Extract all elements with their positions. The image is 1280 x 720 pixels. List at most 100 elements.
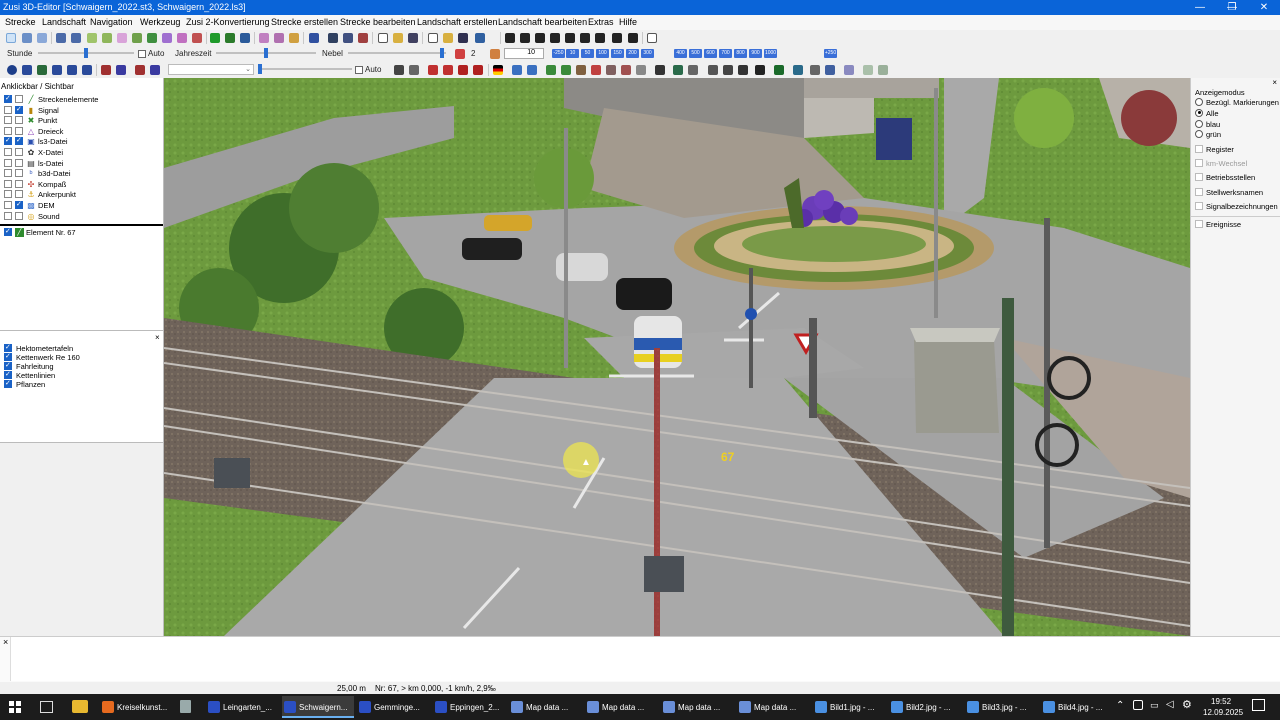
signal-edit-b-icon[interactable] xyxy=(116,65,126,75)
play-icon[interactable] xyxy=(210,33,220,43)
taskbar-app[interactable]: Map data ... xyxy=(509,696,581,718)
visible-checkbox[interactable] xyxy=(15,200,23,209)
menu-zusi2-konvertierung[interactable]: Zusi 2-Konvertierung xyxy=(186,17,270,27)
curve-c-icon[interactable] xyxy=(458,65,468,75)
tree-row-dreieck[interactable]: △ Dreieck xyxy=(0,126,160,136)
clickable-checkbox[interactable] xyxy=(4,211,12,220)
tree-row-dem[interactable]: ▩DEM xyxy=(0,200,160,210)
track-edit-c-icon[interactable] xyxy=(52,65,62,75)
menu-strecke-bearbeiten[interactable]: Strecke bearbeiten xyxy=(340,17,416,27)
windows-start-icon[interactable] xyxy=(9,701,21,713)
terrain-b-icon[interactable] xyxy=(561,65,571,75)
misc-b-icon[interactable] xyxy=(878,65,888,75)
view-b-icon[interactable] xyxy=(343,33,353,43)
color-icon[interactable] xyxy=(455,49,465,59)
track-tool3-icon[interactable] xyxy=(162,33,172,43)
visible-checkbox[interactable] xyxy=(15,105,23,114)
chevron-up-icon[interactable]: ⌃ xyxy=(1116,700,1124,711)
track-tool2-icon[interactable] xyxy=(147,33,157,43)
vehicle-f-icon[interactable] xyxy=(580,33,590,43)
layer-icon[interactable] xyxy=(87,33,97,43)
visible-checkbox[interactable] xyxy=(15,126,23,135)
tree-row-punkt[interactable]: ✖ Punkt xyxy=(0,115,160,125)
taskbar-app[interactable]: Map data ... xyxy=(737,696,809,718)
nebel-slider[interactable] xyxy=(348,48,446,58)
vehicle-i-icon[interactable] xyxy=(628,33,638,43)
zoom-button[interactable]: 600 xyxy=(704,49,717,58)
volume-icon[interactable]: ◁ xyxy=(1166,699,1174,710)
terrain-d-icon[interactable] xyxy=(591,65,601,75)
terrain-f-icon[interactable] xyxy=(621,65,631,75)
checkbox[interactable] xyxy=(1195,145,1203,153)
track-edit-a-icon[interactable] xyxy=(22,65,32,75)
undo-icon[interactable] xyxy=(56,33,66,43)
clickable-checkbox[interactable] xyxy=(4,105,12,114)
tree-row-ls-datei[interactable]: ▤ ls-Datei xyxy=(0,158,160,168)
taskbar-app[interactable]: Map data ... xyxy=(661,696,733,718)
zoom-button[interactable]: 50 xyxy=(581,49,594,58)
radio-button[interactable] xyxy=(1195,98,1203,106)
level-value[interactable]: 2 xyxy=(471,49,475,58)
signal-edit-d-icon[interactable] xyxy=(150,65,160,75)
terrain-e-icon[interactable] xyxy=(606,65,616,75)
curve-a-icon[interactable] xyxy=(428,65,438,75)
zoom-button[interactable]: 200 xyxy=(626,49,639,58)
tool-c-icon[interactable] xyxy=(289,33,299,43)
tool-b-icon[interactable] xyxy=(274,33,284,43)
signal-edit-c-icon[interactable] xyxy=(135,65,145,75)
matrix-icon[interactable] xyxy=(774,65,784,75)
vehicle-g-icon[interactable] xyxy=(595,33,605,43)
overlay-icon[interactable] xyxy=(825,65,835,75)
new-file-icon[interactable] xyxy=(378,33,388,43)
pan-icon[interactable] xyxy=(37,33,47,43)
paint-icon[interactable] xyxy=(117,33,127,43)
tree-row-kompa-[interactable]: ✣ Kompaß xyxy=(0,179,160,189)
track-tool-icon[interactable] xyxy=(132,33,142,43)
menu-landschaft-bearbeiten[interactable]: Landschaft bearbeiten xyxy=(498,17,587,27)
layers-icon[interactable] xyxy=(844,65,854,75)
scissor-icon[interactable] xyxy=(810,65,820,75)
close-icon[interactable]: × xyxy=(155,333,160,342)
visible-checkbox[interactable] xyxy=(15,148,23,156)
zoom-button[interactable]: 300 xyxy=(641,49,654,58)
vehicle-d-icon[interactable] xyxy=(550,33,560,43)
menu-landschaft-erstellen[interactable]: Landschaft erstellen xyxy=(417,17,498,27)
close-icon[interactable]: × xyxy=(3,637,8,647)
menu-strecke[interactable]: Strecke xyxy=(5,17,36,27)
tools-icon[interactable] xyxy=(723,65,733,75)
zoom-button[interactable]: 400 xyxy=(674,49,687,58)
clickable-checkbox[interactable] xyxy=(4,94,12,103)
clickable-checkbox[interactable] xyxy=(4,126,12,135)
save-ls-icon[interactable] xyxy=(458,33,468,43)
zoom-button[interactable]: 800 xyxy=(734,49,747,58)
taskbar-app[interactable]: Gemminge... xyxy=(357,696,429,718)
clickable-checkbox[interactable] xyxy=(4,169,12,178)
tree-row-x-datei[interactable]: ✿ X-Datei xyxy=(0,147,160,157)
view-c-icon[interactable] xyxy=(358,33,368,43)
screen-icon[interactable] xyxy=(309,33,319,43)
3d-viewport[interactable]: ▲ 67 xyxy=(164,78,1190,636)
checkbox[interactable] xyxy=(1195,187,1203,196)
vehicle-place-icon[interactable] xyxy=(673,65,683,75)
taskbar-app[interactable]: Map data ... xyxy=(585,696,657,718)
taskbar-app[interactable]: Bild1.jpg - ... xyxy=(813,696,885,718)
view-auto-checkbox[interactable] xyxy=(355,66,363,74)
open-ls-icon[interactable] xyxy=(443,33,453,43)
track-edit-e-icon[interactable] xyxy=(82,65,92,75)
signal-edit-a-icon[interactable] xyxy=(101,65,111,75)
menu-werkzeug[interactable]: Werkzeug xyxy=(140,17,180,27)
clickable-checkbox[interactable] xyxy=(4,201,12,209)
taskbar-app[interactable]: Eppingen_2... xyxy=(433,696,505,718)
network-icon[interactable]: ▭ xyxy=(1150,700,1159,711)
clickable-checkbox[interactable] xyxy=(4,158,12,167)
zoom-button[interactable]: 700 xyxy=(719,49,732,58)
tree-row-sound[interactable]: ◎ Sound xyxy=(0,211,160,221)
zoom-button[interactable]: 900 xyxy=(749,49,762,58)
clock-time[interactable]: 19:52 xyxy=(1211,697,1231,706)
terrain-icon[interactable] xyxy=(490,49,500,59)
vehicle-h-icon[interactable] xyxy=(612,33,622,43)
notifications-icon[interactable] xyxy=(1252,699,1265,711)
settings-gear-icon[interactable]: ⚙ xyxy=(1182,698,1192,711)
visible-checkbox[interactable] xyxy=(15,179,23,188)
jahreszeit-slider[interactable] xyxy=(216,48,316,58)
